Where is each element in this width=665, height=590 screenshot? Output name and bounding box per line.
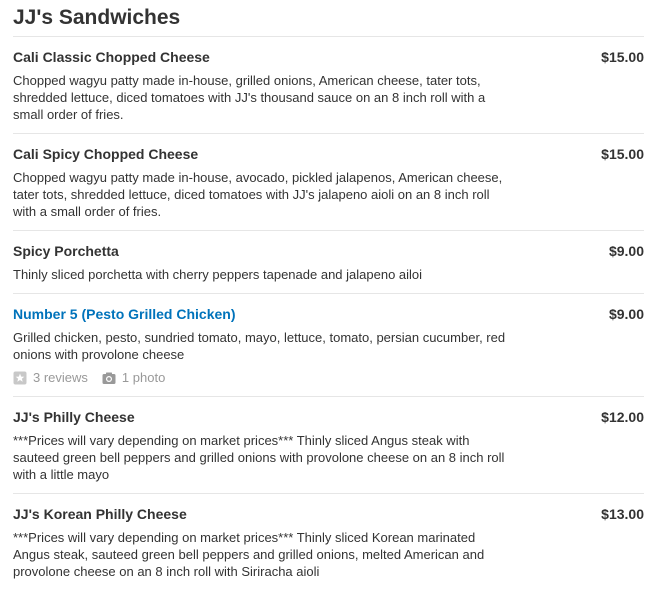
item-price: $15.00 bbox=[601, 146, 644, 162]
menu-item: Spicy Porchetta $9.00 Thinly sliced porc… bbox=[13, 231, 644, 294]
item-price: $12.00 bbox=[601, 409, 644, 425]
item-description: Grilled chicken, pesto, sundried tomato,… bbox=[13, 330, 506, 362]
menu-item: Cali Spicy Chopped Cheese $15.00 Chopped… bbox=[13, 134, 644, 231]
menu-item: Number 5 (Pesto Grilled Chicken) $9.00 G… bbox=[13, 294, 644, 397]
menu-item: Cali Classic Chopped Cheese $15.00 Chopp… bbox=[13, 37, 644, 134]
item-name: Cali Spicy Chopped Cheese bbox=[13, 146, 199, 162]
star-icon bbox=[13, 371, 27, 384]
item-price: $9.00 bbox=[608, 306, 644, 322]
item-description: ***Prices will vary depending on market … bbox=[13, 433, 505, 482]
reviews-count: 3 reviews bbox=[33, 370, 88, 385]
item-meta: 3 reviews 1 photo bbox=[13, 369, 644, 386]
item-description: Thinly sliced porchetta with cherry pepp… bbox=[13, 267, 423, 282]
menu-item: JJ's Philly Cheese $12.00 ***Prices will… bbox=[13, 397, 644, 494]
reviews-link[interactable]: 3 reviews bbox=[13, 369, 88, 386]
photos-link[interactable]: 1 photo bbox=[102, 369, 165, 386]
item-price: $15.00 bbox=[601, 49, 644, 65]
item-name: JJ's Philly Cheese bbox=[13, 409, 135, 425]
item-name: Spicy Porchetta bbox=[13, 243, 119, 259]
menu-item: JJ's Korean Philly Cheese $13.00 ***Pric… bbox=[13, 494, 644, 590]
item-name: JJ's Korean Philly Cheese bbox=[13, 506, 187, 522]
camera-icon bbox=[102, 372, 116, 384]
item-description: ***Prices will vary depending on market … bbox=[13, 530, 485, 579]
section-title: JJ's Sandwiches bbox=[13, 0, 644, 37]
item-price: $9.00 bbox=[608, 243, 644, 259]
item-description: Chopped wagyu patty made in-house, avoca… bbox=[13, 170, 503, 219]
item-name: Cali Classic Chopped Cheese bbox=[13, 49, 210, 65]
item-price: $13.00 bbox=[601, 506, 644, 522]
item-description: Chopped wagyu patty made in-house, grill… bbox=[13, 73, 486, 122]
item-name-link[interactable]: Number 5 (Pesto Grilled Chicken) bbox=[13, 304, 236, 324]
photos-count: 1 photo bbox=[121, 370, 166, 385]
menu-section: JJ's Sandwiches Cali Classic Chopped Che… bbox=[13, 0, 644, 590]
